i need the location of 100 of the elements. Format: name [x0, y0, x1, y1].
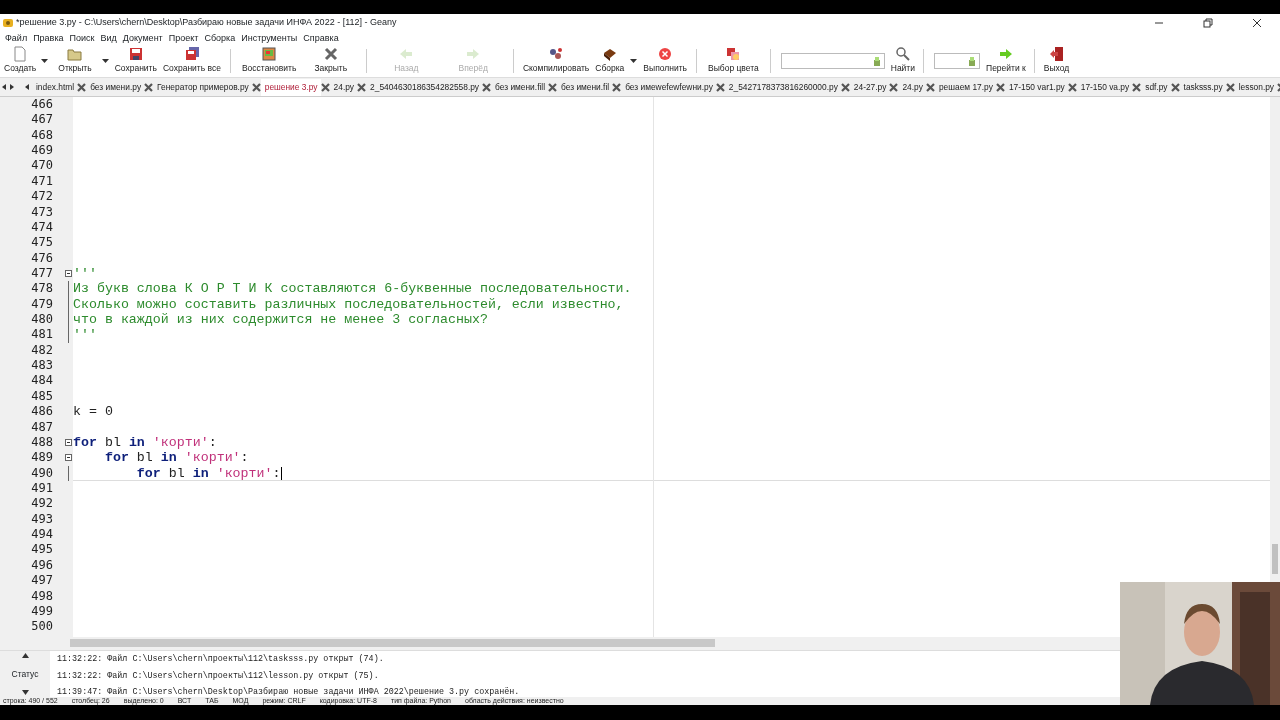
editor-tab[interactable]: 2_5427178373816260000.py: [724, 78, 841, 96]
status-tab[interactable]: Статус: [11, 667, 39, 681]
editor-tab[interactable]: без имени.fil: [557, 78, 613, 96]
toolbar-button[interactable]: Скомпилировать: [519, 45, 593, 77]
editor-tab[interactable]: решаем 17.py: [934, 78, 996, 96]
tab-close-icon[interactable]: [1225, 82, 1235, 92]
tab-close-icon[interactable]: [1067, 82, 1077, 92]
toolbar-button[interactable]: Найти: [888, 45, 917, 77]
line-number: 486: [30, 404, 53, 420]
toolbar-button[interactable]: Восстановить: [236, 45, 302, 77]
toolbar-button[interactable]: Закрыть: [301, 45, 361, 77]
log-message: 11:32:22: Файл C:\Users\chern\проекты\112\lesson.py открыт (75).: [57, 669, 380, 683]
toolbar-button[interactable]: Выбор цвета: [703, 45, 764, 77]
menu-item[interactable]: Инструменты: [239, 32, 302, 45]
tab-close-icon[interactable]: [715, 82, 725, 92]
editor-tab[interactable]: 17-150 var1.py: [1004, 78, 1068, 96]
line-number: 468: [30, 127, 53, 144]
tab-scroll-right-icon[interactable]: [8, 83, 16, 91]
close-icon[interactable]: [1252, 18, 1262, 28]
tab-close-icon[interactable]: [320, 82, 330, 92]
editor-tab[interactable]: без имени.fill: [491, 78, 549, 96]
line-number: 496: [30, 557, 53, 574]
code-line: for bl in 'корти':: [103, 450, 249, 466]
editor-tab[interactable]: 17-150 va.py: [1076, 78, 1133, 96]
editor-tab[interactable]: 24-27.py: [849, 78, 890, 96]
toolbar-button[interactable]: Открыть: [51, 45, 99, 77]
tab-close-icon[interactable]: [889, 82, 899, 92]
editor-tab[interactable]: без имewefewfewни.py: [621, 78, 716, 96]
toolbar-button[interactable]: Перейти к: [984, 45, 1028, 77]
line-number: 471: [30, 173, 53, 190]
tab-close-icon[interactable]: [612, 82, 622, 92]
tab-close-icon[interactable]: [357, 82, 367, 92]
tab-scroll-left-icon[interactable]: [0, 83, 8, 91]
editor-tab[interactable]: index.html: [32, 78, 78, 96]
editor-tab[interactable]: 24.py: [898, 78, 926, 96]
vertical-scrollbar[interactable]: [1270, 97, 1280, 582]
tab-close-icon[interactable]: [144, 82, 154, 92]
toolbar-button[interactable]: Выполнить: [640, 45, 690, 77]
tab-close-icon[interactable]: [840, 82, 850, 92]
tab-close-icon[interactable]: [482, 82, 492, 92]
log-message: 11:39:47: Файл C:\Users\chern\Desktop\Разбираю новые задачи ИНФА 2022\решение 3.py сохранён.: [57, 686, 520, 698]
line-number: 466: [30, 97, 53, 113]
code-line: ''': [73, 265, 97, 281]
tab-close-icon[interactable]: [1170, 82, 1180, 92]
log-message: 11:32:22: Файл C:\Users\chern\проекты\112\tasksss.py открыт (74).: [57, 653, 385, 666]
fold-marker-icon[interactable]: [65, 438, 72, 446]
dropdown-caret-icon[interactable]: [101, 58, 109, 64]
dropdown-caret-icon[interactable]: [630, 58, 638, 64]
scroll-up-icon[interactable]: [21, 653, 29, 658]
menu-item[interactable]: Проект: [166, 32, 203, 45]
search-field[interactable]: [780, 53, 885, 69]
editor-tab[interactable]: tasksss.py: [1179, 78, 1226, 96]
code-line: Сколько можно составить различных последовательностей, если известно,: [73, 296, 624, 312]
editor-tab[interactable]: sdf.py: [1141, 78, 1171, 96]
line-number: 489: [30, 450, 53, 466]
app-icon: [3, 18, 13, 28]
fold-marker-icon[interactable]: [65, 269, 72, 277]
close-icon: [322, 46, 339, 63]
toolbar-button[interactable]: Сохранить: [111, 45, 160, 77]
menu-item[interactable]: Документ: [120, 32, 167, 45]
line-number: 476: [30, 250, 53, 266]
line-number: 487: [30, 419, 53, 435]
restore-icon[interactable]: [1203, 18, 1213, 28]
editor-tab[interactable]: Генератор примеров.py: [153, 78, 252, 96]
toolbar-button[interactable]: Сохранить все: [159, 45, 224, 77]
menu-item[interactable]: Правка: [31, 32, 68, 45]
line-number: 499: [30, 603, 53, 620]
line-number: 488: [30, 434, 53, 451]
tab-close-icon[interactable]: [1132, 82, 1142, 92]
tab-close-icon[interactable]: [995, 82, 1005, 92]
line-number: 483: [30, 358, 53, 374]
tab-close-icon[interactable]: [925, 82, 935, 92]
editor-tab[interactable]: lesson.py: [1234, 78, 1278, 96]
menu-item[interactable]: Справка: [301, 32, 343, 45]
menu-item[interactable]: Файл: [3, 32, 32, 45]
line-number: 484: [30, 373, 53, 389]
menu-item[interactable]: Вид: [98, 32, 121, 45]
line-number: 500: [30, 619, 53, 635]
line-number: 477: [30, 265, 53, 282]
menu-item[interactable]: Поиск: [67, 32, 99, 45]
text-caret: [280, 466, 282, 480]
fold-marker-icon[interactable]: [65, 454, 72, 462]
editor-tab[interactable]: 2_5404630186354282558.py: [366, 78, 483, 96]
scroll-down-icon[interactable]: [21, 690, 29, 695]
tab-close-icon[interactable]: [548, 82, 558, 92]
line-number-field[interactable]: [934, 53, 980, 69]
brick-icon: [601, 46, 618, 63]
tab-close-icon[interactable]: [77, 82, 87, 92]
code-line: что в каждой из них содержится не менее 3 согласных?: [73, 312, 488, 328]
tab-close-icon[interactable]: [251, 82, 261, 92]
menu-item[interactable]: Сборка: [202, 32, 240, 45]
editor-tab[interactable]: без имени.py: [86, 78, 145, 96]
toolbar-button[interactable]: Сборка: [592, 45, 628, 77]
editor-tab[interactable]: решение 3.py: [260, 78, 321, 96]
exit-button[interactable]: Выход: [1040, 45, 1073, 77]
dropdown-caret-icon[interactable]: [41, 58, 49, 64]
line-number: 479: [30, 296, 53, 313]
toolbar-button[interactable]: Создать: [2, 45, 39, 77]
code-line: for bl in 'корти':: [135, 465, 281, 481]
editor-tab[interactable]: 24.py: [329, 78, 358, 96]
